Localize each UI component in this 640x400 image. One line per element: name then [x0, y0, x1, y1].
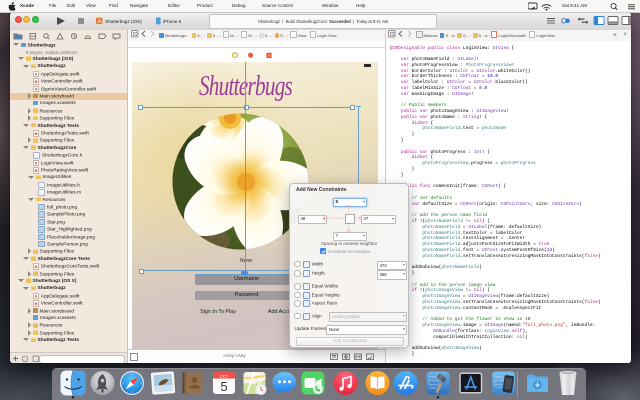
- svg-text:iPhone 6: iPhone 6: [163, 19, 182, 24]
- svg-text:A: A: [98, 19, 102, 25]
- svg-text:Shutterbugz (iOS): Shutterbugz (iOS): [105, 19, 142, 24]
